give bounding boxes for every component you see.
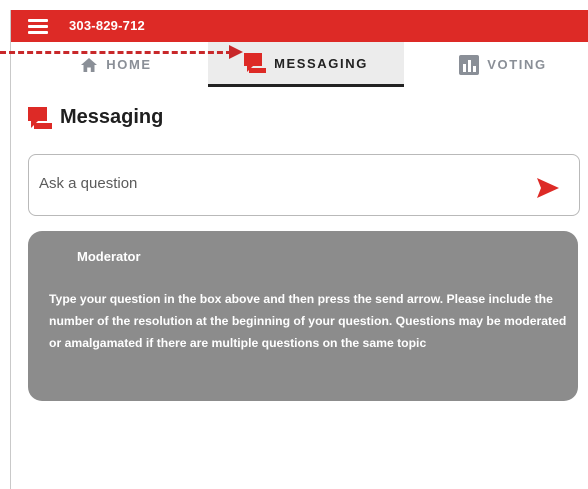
tab-home-label: HOME — [106, 57, 152, 72]
moderator-message-card: Moderator Type your question in the box … — [28, 231, 578, 401]
meeting-id: 303-829-712 — [69, 18, 145, 33]
chat-icon — [244, 53, 267, 73]
send-button[interactable] — [537, 178, 559, 203]
tab-voting[interactable]: VOTING — [443, 42, 563, 87]
question-box — [28, 154, 580, 216]
tab-home[interactable]: HOME — [56, 42, 176, 87]
moderator-message: Type your question in the box above and … — [49, 292, 567, 350]
home-icon — [80, 57, 98, 73]
hamburger-menu-icon[interactable] — [28, 19, 48, 34]
tab-bar: HOME MESSAGING VOTING — [11, 42, 588, 87]
moderator-name: Moderator — [77, 249, 141, 264]
annotation-arrow-head — [229, 45, 243, 59]
top-bar: 303-829-712 — [11, 10, 588, 42]
annotation-arrow-line — [0, 51, 232, 54]
chat-icon — [28, 106, 52, 129]
send-arrow-icon — [537, 178, 559, 198]
page-title: Messaging — [60, 106, 164, 128]
tab-messaging-label: MESSAGING — [274, 55, 368, 71]
question-input[interactable] — [39, 175, 499, 192]
bar-chart-icon — [459, 54, 480, 75]
section-heading: Messaging — [28, 106, 163, 129]
tab-voting-label: VOTING — [487, 57, 547, 72]
